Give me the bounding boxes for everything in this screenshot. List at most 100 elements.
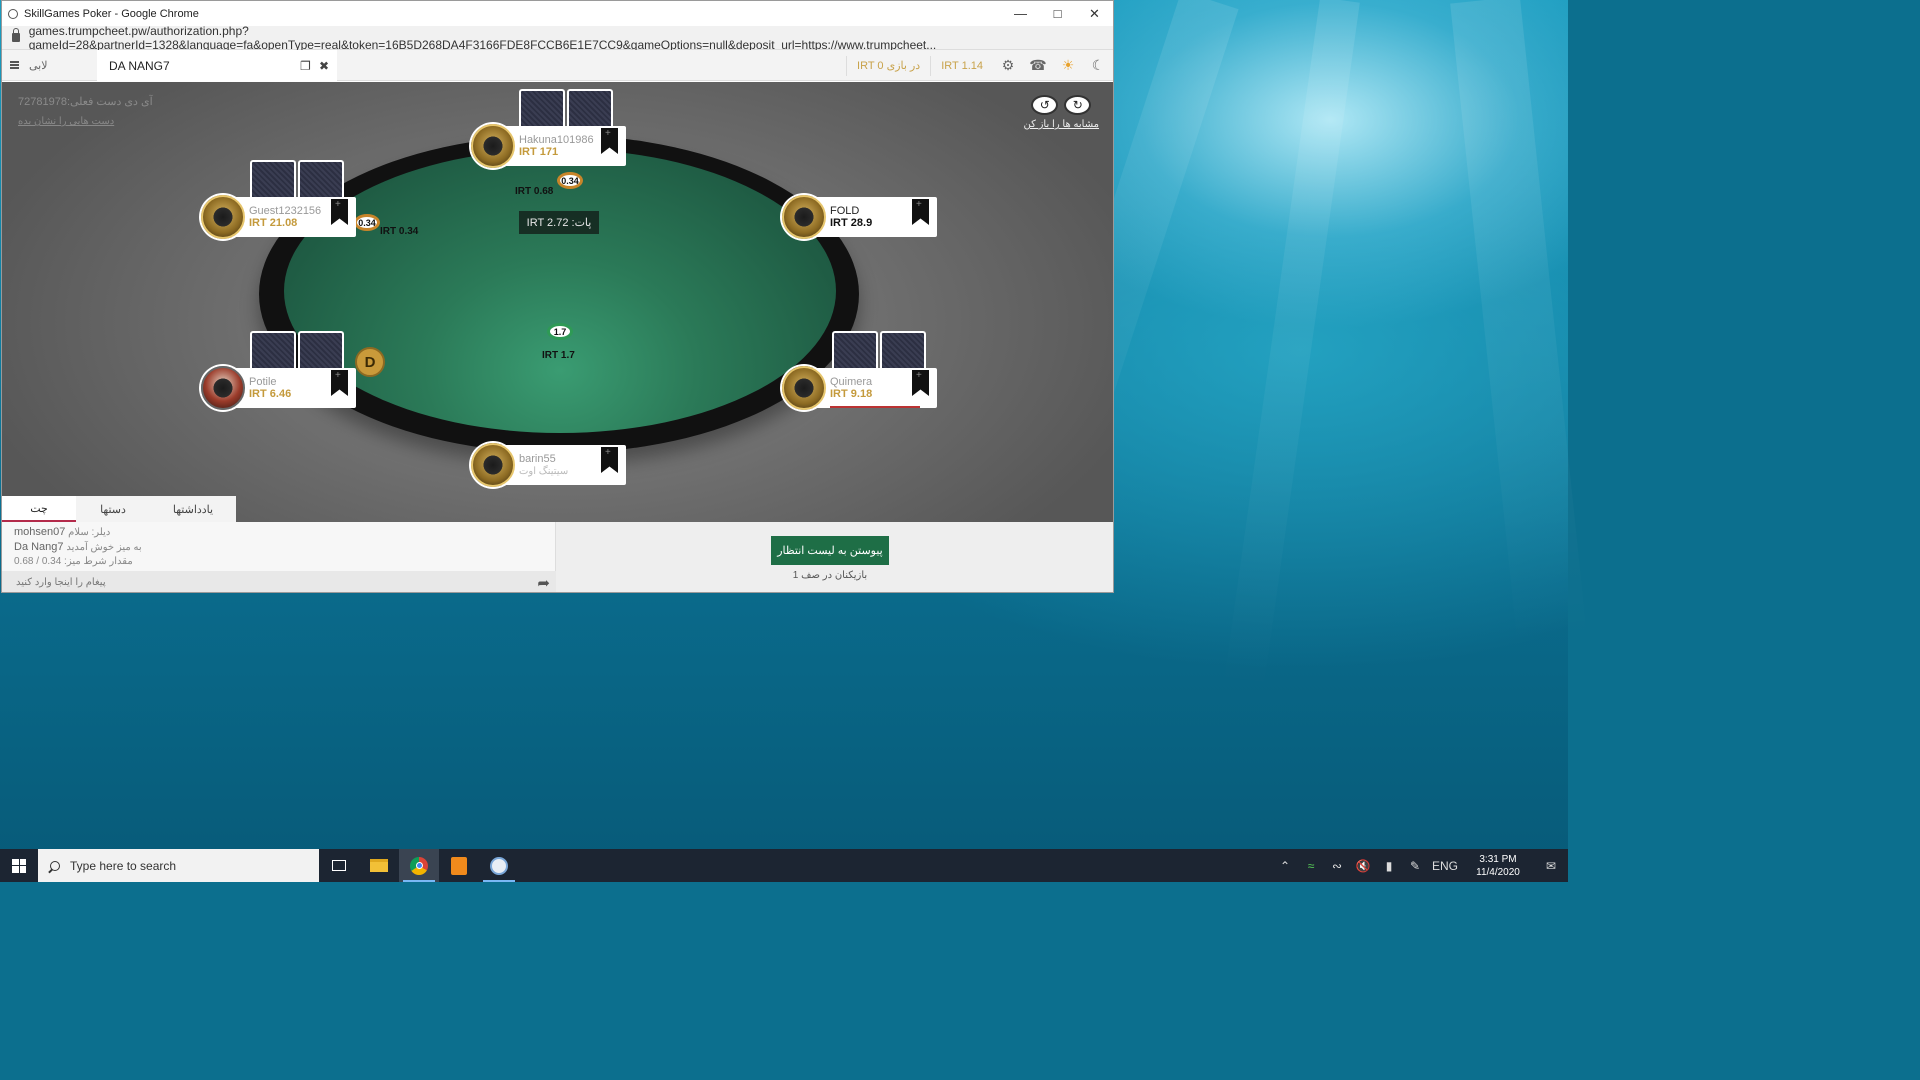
undo-icon[interactable]: ↺ — [1031, 95, 1059, 115]
bet-chip: 0.34 — [354, 214, 380, 231]
player-seat[interactable]: barin55 سیتینگ اوت — [471, 443, 626, 487]
window-title: SkillGames Poker - Google Chrome — [24, 7, 199, 20]
search-placeholder: Type here to search — [70, 858, 177, 873]
waitlist-count: بازیکنان در صف 1 — [792, 570, 868, 581]
redo-icon[interactable]: ↻ — [1064, 95, 1092, 115]
chat-box: دیلر: سلام mohsen07 به میز خوش آمدید Da … — [2, 522, 556, 592]
card-back — [298, 160, 344, 200]
support-headset-icon[interactable]: ☎ — [1023, 50, 1053, 81]
battery-icon[interactable]: ▮ — [1376, 859, 1402, 873]
window-titlebar: SkillGames Poker - Google Chrome — □ ✕ — [2, 1, 1113, 26]
browser-window: SkillGames Poker - Google Chrome — □ ✕ g… — [1, 0, 1114, 593]
lock-icon — [12, 28, 20, 42]
player-name: Quimera — [830, 376, 873, 388]
player-chips: IRT 171 — [519, 146, 559, 158]
center-chip: 1.7 — [547, 323, 573, 340]
bet-amount: IRT 0.68 — [515, 186, 554, 197]
light-theme-sun-icon[interactable]: ☀ — [1053, 50, 1083, 81]
card-back — [250, 160, 296, 200]
player-avatar — [201, 195, 245, 239]
tab-hands[interactable]: دستها — [76, 496, 150, 522]
start-button[interactable] — [0, 849, 38, 882]
url-text[interactable]: games.trumpcheet.pw/authorization.php?ga… — [29, 24, 1113, 52]
open-similar-link[interactable]: مشابه ها را باز کن — [1023, 119, 1099, 130]
player-name: Hakuna101986 — [519, 134, 594, 146]
chat-message: مقدار شرط میز: 0.34 / 0.68 — [14, 556, 133, 567]
join-waitlist-button[interactable]: پیوستن به لیست انتظار — [771, 536, 889, 565]
chrome-icon[interactable] — [399, 849, 439, 882]
poker-app-icon[interactable] — [479, 849, 519, 882]
hand-id: 72781978:آی دی دست فعلی — [18, 96, 153, 108]
dark-theme-moon-icon[interactable]: ☾ — [1083, 50, 1113, 81]
card-back — [880, 331, 926, 371]
player-seat[interactable]: Hakuna101986 IRT 171 — [471, 124, 626, 168]
hole-cards — [832, 331, 926, 371]
bottom-panel: چت دستها یادداشتها دیلر: سلام mohsen07 ب… — [2, 496, 1113, 592]
table-tab-label: DA NANG7 — [109, 58, 170, 73]
card-back — [250, 331, 296, 371]
player-avatar — [782, 195, 826, 239]
player-chips: IRT 28.9 — [830, 217, 873, 229]
player-avatar — [471, 443, 515, 487]
sublime-text-icon[interactable] — [439, 849, 479, 882]
clock[interactable]: 3:31 PM 11/4/2020 — [1462, 853, 1534, 879]
player-seat[interactable]: Quimera IRT 9.18 — [782, 366, 937, 410]
wifi-icon[interactable]: ∾ — [1324, 859, 1350, 873]
bottom-tabs: چت دستها یادداشتها — [2, 496, 236, 522]
player-name: FOLD — [830, 205, 860, 217]
hole-cards — [519, 89, 613, 129]
player-avatar — [201, 366, 245, 410]
turn-timer-bar — [830, 406, 920, 408]
volume-muted-icon[interactable]: 🔇 — [1350, 859, 1376, 873]
show-hidden-icons-chevron-icon[interactable]: ⌃ — [1272, 859, 1298, 873]
player-name: barin55 — [519, 453, 556, 465]
player-seat[interactable]: Potile IRT 6.46 — [201, 366, 356, 410]
close-tab-icon[interactable]: ✖ — [319, 59, 329, 73]
pen-icon[interactable]: ✎ — [1402, 859, 1428, 873]
clock-date: 11/4/2020 — [1476, 866, 1520, 878]
windows-logo-icon — [12, 858, 26, 873]
close-window-button[interactable]: ✕ — [1076, 1, 1113, 26]
show-hands-link[interactable]: دست هایی را نشان بده — [18, 116, 114, 127]
chat-placeholder: پیغام را اینجا وارد کنید — [16, 577, 106, 588]
popout-icon[interactable]: ❐ — [300, 59, 311, 73]
search-icon — [50, 860, 60, 871]
player-seat[interactable]: FOLD IRT 28.9 — [782, 195, 937, 239]
chat-input[interactable]: پیغام را اینجا وارد کنید ➦ — [2, 571, 556, 592]
send-arrow-icon[interactable]: ➦ — [537, 574, 550, 592]
poker-table-area: 72781978:آی دی دست فعلی دست هایی را نشان… — [2, 82, 1113, 522]
pot-amount: IRT 2.72 :پات — [519, 211, 599, 234]
app-favicon-icon — [8, 8, 18, 19]
lobby-menu-button[interactable]: لابی — [2, 59, 62, 72]
tab-notes[interactable]: یادداشتها — [150, 496, 236, 522]
maximize-button[interactable]: □ — [1039, 1, 1076, 26]
player-avatar — [782, 366, 826, 410]
notifications-icon[interactable]: ✉ — [1534, 859, 1568, 873]
task-view-icon[interactable] — [319, 849, 359, 882]
card-back — [832, 331, 878, 371]
player-status: سیتینگ اوت — [519, 466, 569, 477]
table-tab[interactable]: DA NANG7 ❐ ✖ — [97, 50, 337, 81]
clock-time: 3:31 PM — [1479, 853, 1517, 865]
chat-message: دیلر: سلام mohsen07 — [14, 526, 111, 538]
language-indicator[interactable]: ENG — [1428, 859, 1462, 873]
player-seat[interactable]: Guest1232156 IRT 21.08 — [201, 195, 356, 239]
address-bar[interactable]: games.trumpcheet.pw/authorization.php?ga… — [2, 24, 1113, 52]
player-avatar — [471, 124, 515, 168]
balance: IRT 1.14 — [930, 55, 993, 76]
tab-chat[interactable]: چت — [2, 496, 76, 522]
hole-cards — [250, 160, 344, 200]
settings-gear-icon[interactable]: ⚙ — [993, 50, 1023, 81]
minimize-button[interactable]: — — [1002, 1, 1039, 26]
bet-amount: IRT 0.34 — [380, 226, 419, 237]
system-tray: ⌃ ≈ ∾ 🔇 ▮ ✎ ENG 3:31 PM 11/4/2020 ✉ — [1272, 849, 1568, 882]
in-play-balance: IRT 0 در بازی — [846, 55, 930, 76]
app-top-bar: لابی DA NANG7 ❐ ✖ IRT 0 در بازی IRT 1.14… — [2, 50, 1113, 81]
taskbar: Type here to search ⌃ ≈ ∾ 🔇 ▮ ✎ ENG 3:31… — [0, 849, 1568, 882]
lobby-label: لابی — [29, 59, 48, 72]
taskbar-search[interactable]: Type here to search — [38, 849, 319, 882]
player-name: Guest1232156 — [249, 205, 322, 217]
network-status-icon[interactable]: ≈ — [1298, 859, 1324, 873]
bet-chip: 0.34 — [557, 172, 583, 189]
file-explorer-icon[interactable] — [359, 849, 399, 882]
